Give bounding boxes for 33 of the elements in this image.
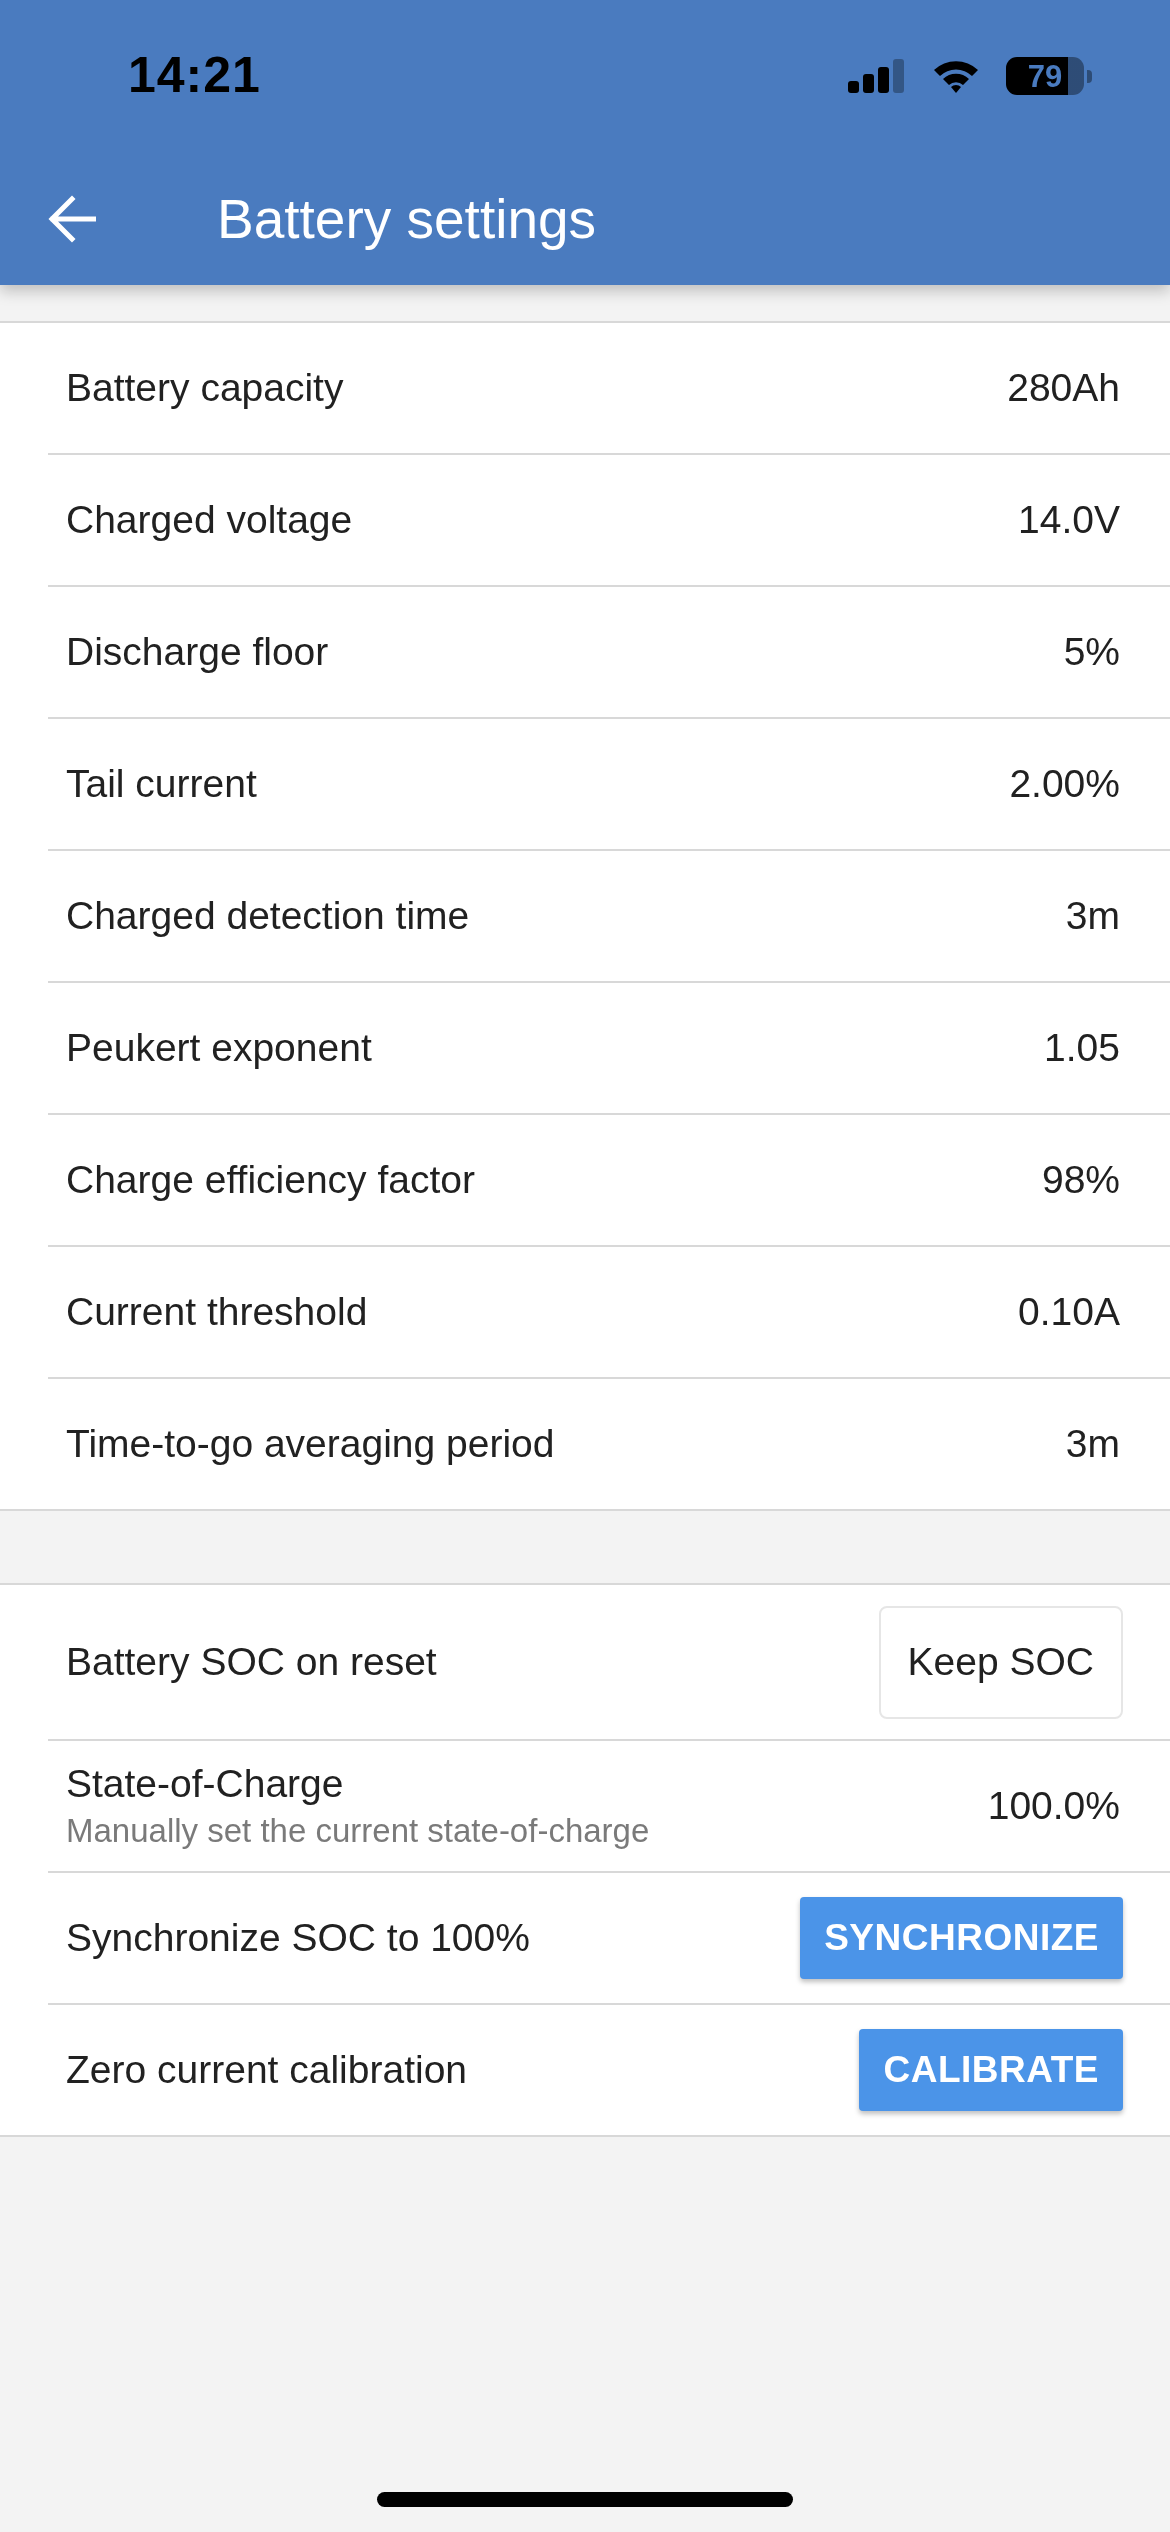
action-button[interactable]: CALIBRATE: [859, 2029, 1123, 2111]
setting-label: Tail current: [66, 762, 257, 806]
battery-indicator: 79: [1006, 57, 1092, 95]
page-title: Battery settings: [217, 186, 597, 251]
setting-label: Current threshold: [66, 1290, 368, 1334]
setting-value: 3m: [1065, 894, 1120, 938]
setting-label: Charged voltage: [66, 498, 353, 542]
action-button[interactable]: SYNCHRONIZE: [800, 1897, 1123, 1979]
setting-label: Battery capacity: [66, 366, 344, 410]
setting-label: Time-to-go averaging period: [66, 1422, 555, 1466]
signal-icon: [848, 59, 906, 93]
setting-value: 1.05: [1044, 1026, 1120, 1070]
setting-label: Discharge floor: [66, 630, 329, 674]
setting-description: Manually set the current state-of-charge: [66, 1812, 650, 1850]
arrow-left-icon: [48, 194, 96, 243]
setting-value: 5%: [1063, 630, 1120, 674]
setting-value: 3m: [1065, 1422, 1120, 1466]
setting-value: 100.0%: [987, 1784, 1120, 1828]
setting-label: Synchronize SOC to 100%: [66, 1916, 530, 1960]
setting-value: 280Ah: [1007, 366, 1120, 410]
setting-value: 14.0V: [1018, 498, 1120, 542]
setting-label: Charge efficiency factor: [66, 1158, 475, 1202]
setting-label: Battery SOC on reset: [66, 1640, 437, 1684]
setting-value: 98%: [1041, 1158, 1120, 1202]
setting-label: State-of-Charge: [66, 1762, 345, 1806]
setting-value: 0.10A: [1018, 1290, 1120, 1334]
status-time: 14:21: [128, 46, 261, 104]
select-button[interactable]: Keep SOC: [878, 1605, 1123, 1719]
wifi-icon: [932, 58, 980, 94]
setting-label: Charged detection time: [66, 894, 470, 938]
setting-label: Peukert exponent: [66, 1026, 372, 1070]
setting-value: 2.00%: [1009, 762, 1120, 806]
setting-label: Zero current calibration: [66, 2048, 467, 2092]
